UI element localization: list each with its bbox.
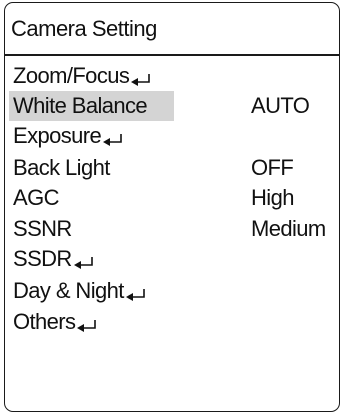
- menu-item-label-wrap: AGC: [9, 183, 65, 213]
- menu-item-label: Day & Night: [13, 278, 124, 303]
- menu-title: Camera Setting: [11, 16, 157, 41]
- menu-item-label: Others: [13, 309, 76, 334]
- menu-item-label-wrap: SSDR: [9, 244, 101, 274]
- menu-item-day-night[interactable]: Day & Night: [5, 276, 339, 306]
- menu-item-zoom-focus[interactable]: Zoom/Focus: [5, 61, 339, 91]
- enter-return-icon: [130, 73, 152, 87]
- menu-item-white-balance[interactable]: White Balance AUTO: [5, 91, 339, 121]
- menu-item-value: Medium: [251, 216, 326, 241]
- enter-return-icon: [102, 133, 124, 147]
- menu-item-label: White Balance: [13, 93, 148, 118]
- menu-item-label: Back Light: [13, 155, 110, 180]
- menu-item-value: High: [251, 185, 294, 210]
- menu-item-ssdr[interactable]: SSDR: [5, 244, 339, 274]
- menu-item-label-wrap: White Balance: [9, 91, 174, 121]
- menu-item-value: OFF: [251, 155, 294, 180]
- menu-item-label-wrap: Others: [9, 307, 104, 337]
- menu-item-label-wrap: Day & Night: [9, 276, 153, 306]
- menu-item-others[interactable]: Others: [5, 307, 339, 337]
- menu-item-back-light[interactable]: Back Light OFF: [5, 153, 339, 183]
- menu-item-label: Zoom/Focus: [13, 63, 130, 88]
- menu-item-value: AUTO: [251, 93, 310, 118]
- menu-item-label: SSDR: [13, 246, 72, 271]
- menu-item-label: SSNR: [13, 216, 72, 241]
- menu-item-label-wrap: SSNR: [9, 214, 78, 244]
- title-divider: [5, 54, 339, 56]
- menu-item-label: AGC: [13, 185, 59, 210]
- menu-item-ssnr[interactable]: SSNR Medium: [5, 214, 339, 244]
- enter-return-icon: [125, 288, 147, 302]
- menu-item-agc[interactable]: AGC High: [5, 183, 339, 213]
- menu-item-label-wrap: Back Light: [9, 153, 116, 183]
- menu-item-label-wrap: Zoom/Focus: [9, 61, 158, 91]
- menu-item-label: Exposure: [13, 123, 102, 148]
- menu-item-exposure[interactable]: Exposure: [5, 121, 339, 151]
- enter-return-icon: [76, 319, 98, 333]
- enter-return-icon: [73, 256, 95, 270]
- camera-setting-menu: Camera Setting Zoom/Focus White Balance …: [4, 2, 340, 412]
- menu-item-label-wrap: Exposure: [9, 121, 130, 151]
